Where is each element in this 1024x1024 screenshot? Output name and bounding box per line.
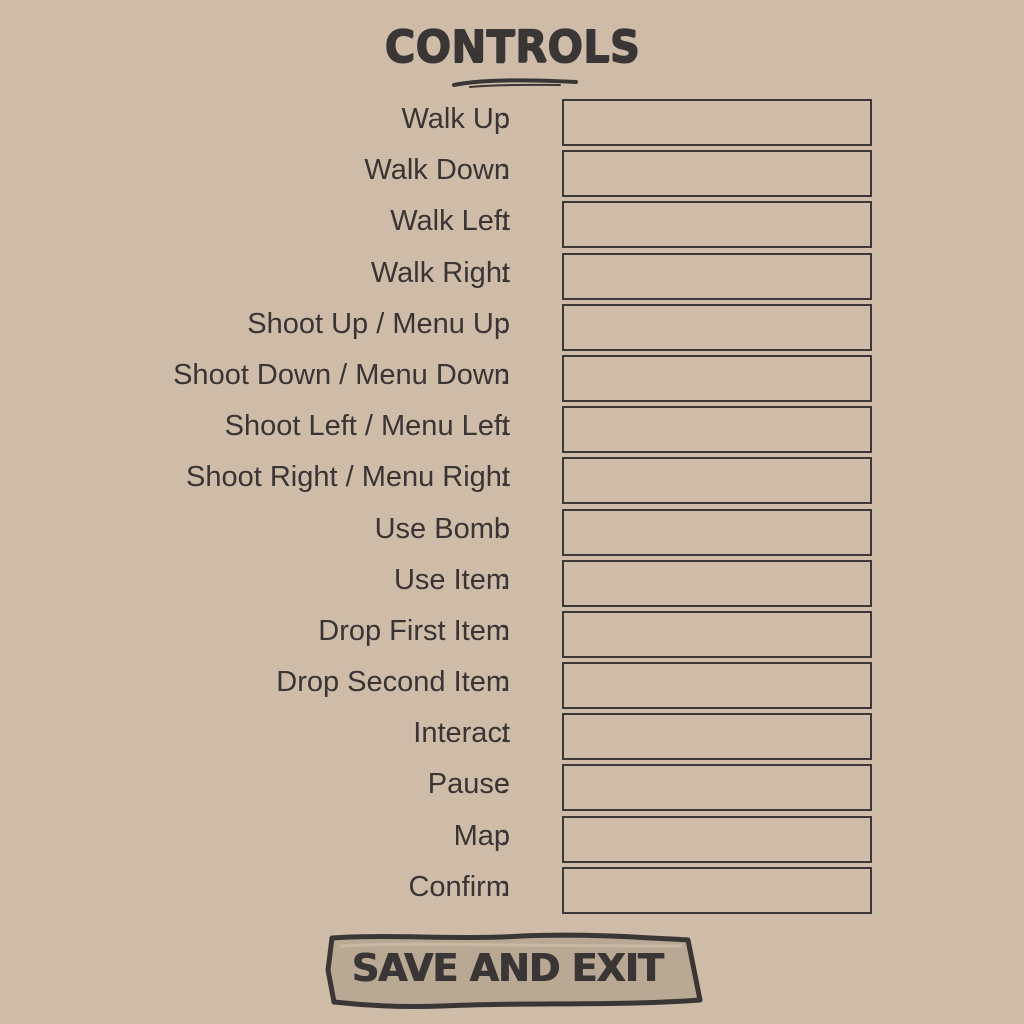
control-row-walk-right: Walk Right :	[0, 252, 1024, 304]
control-separator: :	[500, 103, 509, 135]
control-label: Shoot Right / Menu Right	[185, 461, 510, 494]
control-row-map: Map :	[0, 815, 1024, 867]
control-separator: :	[500, 768, 509, 801]
control-label: Use Bomb	[374, 512, 510, 545]
control-separator: :	[500, 666, 509, 699]
control-label: Shoot Left / Menu Left	[224, 410, 510, 443]
control-separator: :	[500, 307, 509, 340]
control-label: Walk Up	[401, 103, 511, 135]
save-button-label: SAVE AND EXIT	[351, 946, 663, 990]
keybind-field-shoot-down[interactable]	[562, 354, 872, 402]
keybind-field-walk-down[interactable]	[562, 150, 872, 198]
control-row-walk-up: Walk Up :	[0, 99, 1024, 150]
control-separator: :	[500, 205, 509, 238]
page-title: CONTROLS	[384, 20, 640, 73]
control-separator: :	[500, 256, 509, 289]
keybind-field-shoot-up[interactable]	[562, 303, 872, 351]
control-row-interact: Interact :	[0, 713, 1024, 764]
control-label: Drop First Item	[318, 614, 510, 647]
keybind-field-drop-second-item[interactable]	[562, 662, 872, 710]
keybind-field-walk-left[interactable]	[562, 201, 872, 249]
controls-list: Walk Up : Walk Down : Walk Left : Walk R…	[0, 99, 1024, 918]
control-separator: :	[500, 870, 509, 903]
save-and-exit-button[interactable]: SAVE AND EXIT	[322, 930, 704, 1010]
control-row-shoot-right: Shoot Right / Menu Right :	[0, 457, 1024, 508]
control-label: Walk Left	[390, 205, 510, 238]
control-row-pause: Pause :	[0, 764, 1024, 815]
keybind-field-shoot-right[interactable]	[562, 457, 872, 505]
controls-title: CONTROLS	[380, 18, 644, 88]
control-separator: :	[500, 563, 509, 596]
control-row-confirm: Confirm :	[0, 866, 1024, 918]
control-row-drop-first-item: Drop First Item :	[0, 610, 1024, 662]
control-separator: :	[500, 717, 509, 750]
control-separator: :	[500, 614, 509, 647]
keybind-field-use-item[interactable]	[562, 559, 872, 607]
title-underline	[452, 78, 578, 88]
control-label: Pause	[427, 768, 510, 801]
control-label: Use Item	[393, 563, 510, 596]
control-label: Shoot Up / Menu Up	[247, 307, 510, 340]
keybind-field-interact[interactable]	[562, 713, 872, 761]
control-row-use-bomb: Use Bomb :	[0, 508, 1024, 560]
control-label: Walk Right	[370, 256, 510, 289]
control-row-shoot-left: Shoot Left / Menu Left :	[0, 406, 1024, 457]
control-label: Drop Second Item	[276, 666, 510, 699]
control-separator: :	[500, 358, 509, 391]
keybind-field-use-bomb[interactable]	[562, 508, 872, 556]
keybind-field-confirm[interactable]	[562, 866, 872, 914]
control-row-shoot-down: Shoot Down / Menu Down :	[0, 354, 1024, 406]
control-separator: :	[500, 512, 509, 545]
control-label: Walk Down	[364, 154, 510, 187]
keybind-field-map[interactable]	[562, 815, 872, 863]
control-label: Confirm	[408, 870, 510, 903]
control-label: Interact	[413, 717, 510, 750]
control-row-drop-second-item: Drop Second Item :	[0, 662, 1024, 713]
control-row-use-item: Use Item :	[0, 559, 1024, 611]
control-separator: :	[500, 461, 509, 494]
control-row-walk-left: Walk Left :	[0, 201, 1024, 252]
control-separator: :	[500, 410, 509, 443]
keybind-field-pause[interactable]	[562, 764, 872, 812]
keybind-field-drop-first-item[interactable]	[562, 610, 872, 658]
control-separator: :	[500, 154, 509, 187]
keybind-field-walk-up[interactable]	[562, 99, 872, 146]
control-label: Shoot Down / Menu Down	[173, 358, 510, 391]
control-row-shoot-up: Shoot Up / Menu Up :	[0, 303, 1024, 355]
keybind-field-walk-right[interactable]	[562, 252, 872, 300]
control-separator: :	[500, 819, 509, 852]
keybind-field-shoot-left[interactable]	[562, 406, 872, 454]
control-row-walk-down: Walk Down :	[0, 150, 1024, 201]
